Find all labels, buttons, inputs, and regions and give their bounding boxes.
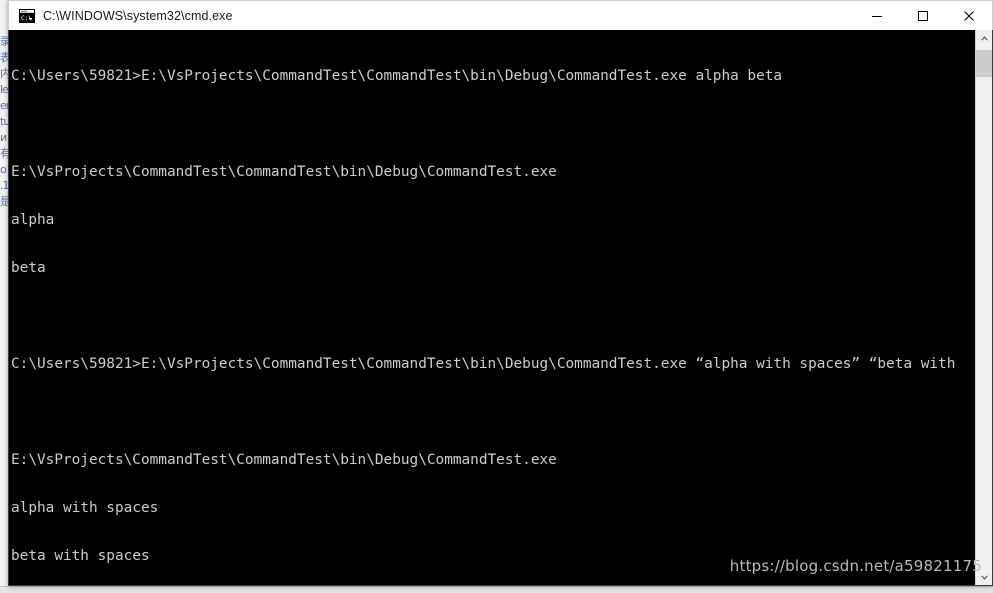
console-line: beta with spaces xyxy=(11,548,150,564)
scrollbar-thumb[interactable] xyxy=(976,50,992,77)
scrollbar-down-arrow-icon[interactable] xyxy=(976,569,992,585)
console-line: alpha with spaces xyxy=(11,500,159,516)
maximize-button[interactable] xyxy=(900,1,946,31)
title-bar[interactable]: C:\ C:\WINDOWS\system32\cmd.exe xyxy=(8,0,993,30)
desktop-background: 录 表 内 le er tu и 有 o .1 是 C:\ C:\WINDOWS… xyxy=(0,0,993,593)
cmd-window[interactable]: C:\ C:\WINDOWS\system32\cmd.exe C:\Users… xyxy=(8,0,993,586)
console-line: beta xyxy=(11,260,46,276)
console-icon: C:\ xyxy=(19,8,35,24)
console-output-area[interactable]: C:\Users\59821>E:\VsProjects\CommandTest… xyxy=(8,30,993,586)
scrollbar-track[interactable] xyxy=(976,47,992,569)
console-line: alpha xyxy=(11,212,55,228)
console-line: C:\Users\59821>E:\VsProjects\CommandTest… xyxy=(11,68,783,84)
scrollbar-up-arrow-icon[interactable] xyxy=(976,30,992,47)
console-line: E:\VsProjects\CommandTest\CommandTest\bi… xyxy=(11,452,557,468)
console-scrollbar[interactable] xyxy=(975,30,992,585)
window-controls xyxy=(854,1,992,31)
console-line: E:\VsProjects\CommandTest\CommandTest\bi… xyxy=(11,164,557,180)
console-line: C:\Users\59821>E:\VsProjects\CommandTest… xyxy=(11,356,956,372)
close-button[interactable] xyxy=(946,1,992,31)
console-text-buffer: C:\Users\59821>E:\VsProjects\CommandTest… xyxy=(9,36,956,584)
minimize-button[interactable] xyxy=(854,1,900,31)
window-title: C:\WINDOWS\system32\cmd.exe xyxy=(43,8,233,23)
